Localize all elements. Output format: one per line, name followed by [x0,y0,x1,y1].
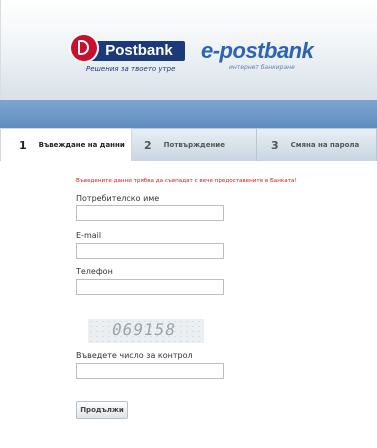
captcha-label: Въведете число за контрол [76,351,193,360]
site-header: Postbank Решения за твоето утре e-postba… [0,0,377,100]
form-panel: Въведените данни трябва да съвпадат с ве… [0,161,377,448]
continue-button[interactable]: Продължи [76,401,128,419]
email-input[interactable] [76,243,224,259]
tab-step-2[interactable]: 2 Потвърждение [132,128,257,161]
tab-step-label: Смяна на парола [290,141,360,149]
tab-step-number: 1 [19,139,27,152]
email-label: E-mail [76,231,102,240]
tab-step-1[interactable]: 1 Въвеждане на данни [0,128,132,161]
captcha-code: 069158 [110,320,178,339]
phone-input[interactable] [76,279,224,295]
tab-step-3[interactable]: 3 Смяна на парола [257,128,377,161]
captcha-input[interactable] [76,363,224,379]
postbank-tagline: Решения за твоето утре [86,65,176,73]
form-notice: Въведените данни трябва да съвпадат с ве… [76,178,297,184]
tab-step-label: Въвеждане на данни [38,141,125,149]
phone-label: Телефон [76,267,113,276]
tab-step-number: 3 [271,139,279,152]
epostbank-wordmark: e-postbank [201,38,314,63]
username-label: Потребителско име [76,194,160,203]
postbank-logo[interactable]: Postbank Решения за твоето утре [71,35,191,81]
tab-step-label: Потвърждение [163,141,225,149]
username-input[interactable] [76,205,224,221]
postbank-wordmark: Postbank [85,41,185,61]
epostbank-tagline: интернет банкиране [229,64,295,71]
header-band [0,100,377,128]
epostbank-logo[interactable]: e-postbank интернет банкиране [201,38,331,78]
tab-step-number: 2 [144,139,152,152]
captcha-image: 069158 [88,319,204,343]
postbank-emblem-icon [71,35,97,61]
step-tabs: 1 Въвеждане на данни 2 Потвърждение 3 Смяна… [0,128,377,161]
